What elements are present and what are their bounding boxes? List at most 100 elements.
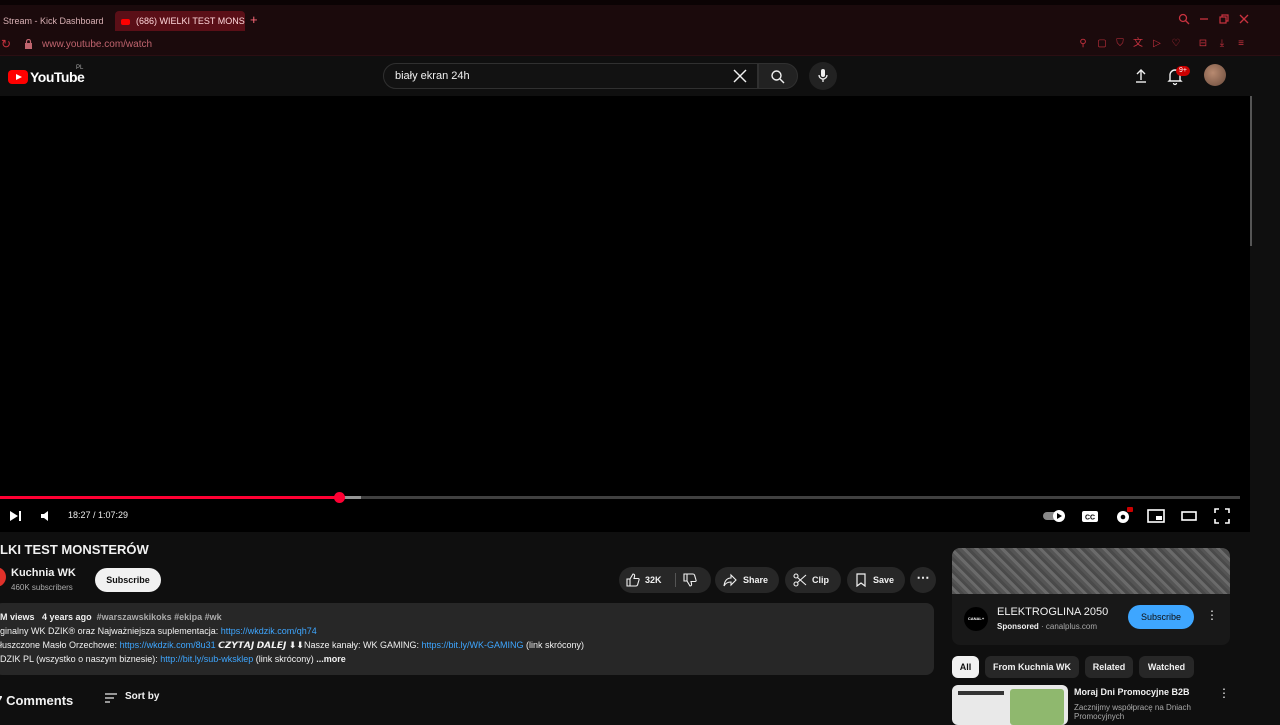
country-code: PL [76,65,84,71]
pin-icon[interactable]: ⚲ [1077,38,1089,50]
more-actions-icon[interactable]: ⋯ [910,567,936,593]
search-button[interactable] [758,63,798,89]
new-tab-icon[interactable]: + [250,12,258,28]
description-line-3: DZIK PL (wszystko o naszym biznesie): ht… [0,654,346,664]
upload-icon[interactable] [1131,66,1151,86]
chip-watched[interactable]: Watched [1139,656,1194,678]
clip-button[interactable]: Clip [785,567,841,593]
notification-badge: 9+ [1176,66,1190,76]
clip-label: Clip [812,575,829,585]
lock-icon [25,39,32,49]
description-box[interactable]: M views 4 years ago #warszawskikoks #eki… [0,603,934,675]
screenshot-icon[interactable]: ▢ [1096,38,1108,50]
url-field[interactable]: www.youtube.com/watch [42,38,152,52]
video-player[interactable]: 18:27 / 1:07:29 CC [0,96,1250,532]
browser-tab-bar: Stream - Kick Dashboard (686) WIELKI TES… [0,0,1280,34]
reload-icon[interactable]: ↻ [1,37,11,51]
recommendation-title[interactable]: Moraj Dni Promocyjne B2B [1074,687,1190,697]
download-icon[interactable]: ⤓ [1216,38,1228,50]
ad-title[interactable]: ELEKTROGLINA 2050 [997,606,1108,618]
hashtags[interactable]: #warszawskikoks #ekipa #wk [97,612,222,622]
like-dislike-group: 32K [619,567,711,593]
video-title: LKI TEST MONSTERÓW [0,542,149,557]
save-button[interactable]: Save [847,567,905,593]
logo-text: YouTube [30,69,85,85]
description-line-1: ginalny WK DZIK® oraz Najważniejsza supl… [0,626,317,636]
sort-label: Sort by [125,691,160,702]
bookmark-icon [856,573,866,587]
ad-channel-logo[interactable]: CANAL+ [964,607,988,631]
search-input[interactable]: biały ekran 24h [395,70,470,82]
play-icon[interactable]: ▷ [1151,38,1163,50]
close-window-icon[interactable] [1238,13,1250,25]
volume-icon[interactable] [36,506,56,526]
ad-banner-image[interactable] [952,548,1230,594]
share-button[interactable]: Share [715,567,779,593]
youtube-header: YouTube PL biały ekran 24h 9+ [0,56,1250,96]
translate-icon[interactable]: 文 [1132,38,1144,50]
voice-search-button[interactable] [809,62,837,90]
more-vert-icon[interactable]: ⋮ [1206,608,1218,622]
like-count: 32K [645,575,662,585]
desc-link[interactable]: https://bit.ly/WK-GAMING [422,640,524,650]
search-tabs-icon[interactable] [1178,13,1190,25]
ad-subscribe-button[interactable]: Subscribe [1128,605,1194,629]
desc-text: (link skrócony) [523,640,585,650]
subscriber-count: 460K subscribers [11,583,73,592]
wallet-icon[interactable]: ⊟ [1197,38,1209,50]
scrubber-handle[interactable] [334,492,346,503]
comments-count: 87 Comments [0,693,74,708]
youtube-favicon-icon [121,18,130,25]
ad-subtitle: Sponsored · canalplus.com [997,622,1097,631]
microphone-icon [818,69,828,82]
clear-search-icon[interactable] [731,67,749,85]
scrollbar-thumb[interactable] [1250,96,1252,246]
show-more-link[interactable]: ...more [316,654,346,664]
settings-gear-icon[interactable] [1113,506,1133,526]
heart-icon[interactable]: ♡ [1170,38,1182,50]
shield-icon[interactable]: ⛉ [1114,38,1126,50]
thumbs-down-icon [683,573,697,587]
ad-domain: · canalplus.com [1038,622,1098,631]
more-vert-icon[interactable]: ⋮ [1218,686,1230,700]
tab-label: (686) WIELKI TEST MONS [136,16,245,26]
recommendation-subtitle: Zacznijmy współpracę na Dniach Promocyjn… [1074,703,1191,721]
desc-link[interactable]: http://bit.ly/sub-wksklep [160,654,253,664]
desc-link[interactable]: https://wkdzik.com/8u31 [120,640,216,650]
autoplay-toggle-icon[interactable] [1042,506,1068,526]
next-video-icon[interactable] [5,506,25,526]
restore-icon[interactable] [1218,13,1230,25]
fullscreen-icon[interactable] [1212,506,1232,526]
channel-avatar[interactable] [0,567,6,587]
theater-mode-icon[interactable] [1179,506,1199,526]
chip-related[interactable]: Related [1085,656,1133,678]
chip-all[interactable]: All [952,656,979,678]
save-label: Save [873,575,895,585]
captions-icon[interactable]: CC [1080,506,1100,526]
desc-text: (link skrócony) [253,654,317,664]
recommendation-thumbnail[interactable] [952,685,1068,725]
avatar[interactable] [1204,64,1226,86]
miniplayer-icon[interactable] [1146,506,1166,526]
youtube-logo-icon [8,70,28,84]
tab-youtube-video[interactable]: (686) WIELKI TEST MONS [115,11,245,31]
share-label: Share [743,575,769,585]
menu-icon[interactable]: ≡ [1235,38,1247,50]
chip-from-channel[interactable]: From Kuchnia WK [985,656,1079,678]
page-scrollbar[interactable] [1250,56,1280,720]
tab-kick-dashboard[interactable]: Stream - Kick Dashboard [0,11,110,31]
view-count: M views [0,612,35,622]
subscribe-button[interactable]: Subscribe [95,568,161,592]
sponsored-label: Sponsored [997,622,1039,631]
like-button[interactable]: 32K [619,567,675,593]
minimize-icon[interactable] [1198,13,1210,25]
svg-text:CC: CC [1085,515,1095,522]
upload-age: 4 years ago [42,612,92,622]
channel-name[interactable]: Kuchnia WK [11,567,76,579]
desc-link[interactable]: https://wkdzik.com/qh74 [221,626,317,636]
sponsored-ad-card[interactable]: CANAL+ ELEKTROGLINA 2050 Sponsored · can… [952,548,1230,645]
dislike-button[interactable] [676,567,711,593]
search-box[interactable]: biały ekran 24h [383,63,758,89]
time-display: 18:27 / 1:07:29 [68,510,129,520]
desc-emphasis: 𝘾𝙕𝙔𝙏𝘼𝙅 𝘿𝘼𝙇𝙀𝙅 ⬇⬇ [215,640,304,650]
